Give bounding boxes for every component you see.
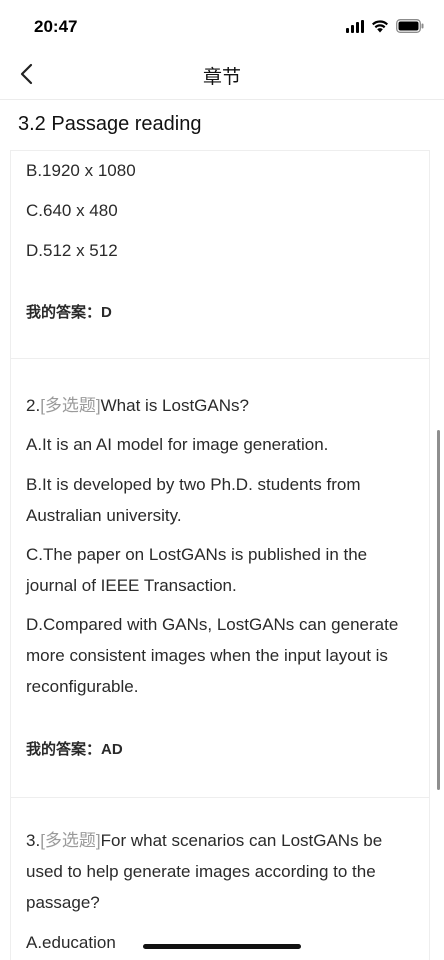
q2-option-a[interactable]: A.It is an AI model for image generation…: [26, 429, 412, 460]
q2-answer-label: 我的答案：: [26, 741, 102, 758]
section-title: 3.2 Passage reading: [18, 113, 202, 135]
q2-number: 2.: [26, 396, 41, 415]
q1-option-d[interactable]: D.512 x 512: [26, 235, 412, 266]
wifi-icon: [371, 19, 389, 33]
q1-option-b[interactable]: B.1920 x 1080: [26, 155, 412, 186]
q3-option-a[interactable]: A.education: [26, 927, 412, 958]
status-icons: [346, 18, 424, 34]
q1-answer-label: 我的答案：: [26, 304, 102, 321]
q2-tag: [多选题]: [40, 396, 101, 415]
q3-question: 3.[多选题]For what scenarios can LostGANs b…: [26, 825, 412, 918]
chapter-screen: 20:47 章节 3.2 Passage reading B.1920 x 10…: [0, 0, 444, 960]
q2-my-answer: 我的答案：AD: [26, 738, 123, 759]
page-title: 章节: [202, 67, 241, 88]
q2-text: What is LostGANs?: [100, 396, 249, 415]
q3-tag: [多选题]: [40, 831, 101, 850]
q2-answer-value: AD: [101, 741, 123, 758]
home-indicator[interactable]: [143, 944, 301, 949]
q2-option-c[interactable]: C.The paper on LostGANs is published in …: [26, 539, 412, 601]
q2-option-d[interactable]: D.Compared with GANs, LostGANs can gener…: [26, 609, 412, 702]
q3-number: 3.: [26, 831, 41, 850]
q1-answer-value: D: [101, 304, 112, 321]
q2-question: 2.[多选题]What is LostGANs?: [26, 390, 412, 421]
divider: [10, 358, 430, 359]
signal-icon: [346, 19, 364, 33]
status-bar: 20:47: [0, 0, 444, 48]
divider: [10, 797, 430, 798]
q2-option-b[interactable]: B.It is developed by two Ph.D. students …: [26, 469, 412, 531]
q1-option-c[interactable]: C.640 x 480: [26, 195, 412, 226]
battery-icon: [396, 19, 424, 33]
q1-my-answer: 我的答案：D: [26, 301, 112, 322]
nav-bar: 章节: [0, 48, 444, 100]
scrollbar[interactable]: [437, 430, 440, 790]
status-time: 20:47: [34, 17, 78, 36]
